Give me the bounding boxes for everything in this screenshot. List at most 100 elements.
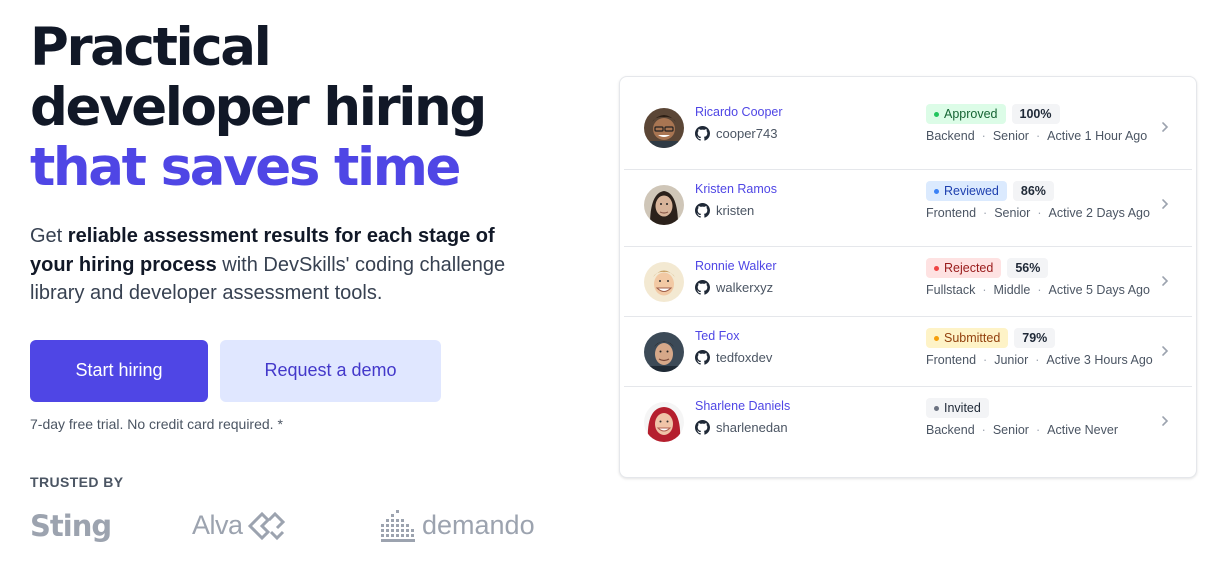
lede-prefix: Get [30,225,68,247]
status-label: Invited [944,401,981,415]
meta-separator: · [1037,283,1042,297]
chevron-right-icon[interactable] [1160,274,1170,288]
candidate-name[interactable]: Kristen Ramos [695,182,777,196]
hero-description: Get reliable assessment results for each… [30,222,530,308]
github-handle: walkerxyz [695,280,773,295]
meta-separator: · [1037,206,1042,220]
status-badge: Approved [926,104,1006,124]
meta-separator: · [983,206,988,220]
avatar [644,332,684,372]
meta-separator: · [981,129,986,143]
score-badge: 86% [1012,181,1054,201]
demando-logo-text: demando [422,510,535,540]
candidate-meta: Fullstack · Middle · Active 5 Days Ago [926,283,1150,297]
candidate-level: Senior [992,423,1029,437]
candidate-list-card: Ricardo Cooper cooper743 Approved 100% B… [619,76,1197,478]
alva-mark-icon [247,511,285,540]
status-label: Rejected [944,261,994,275]
trusted-by-title: TRUSTED BY [30,473,124,490]
candidate-list: Ricardo Cooper cooper743 Approved 100% B… [620,77,1196,464]
candidate-name[interactable]: Ricardo Cooper [695,105,783,119]
candidate-activity: Active Never [1047,423,1118,437]
meta-separator: · [1035,129,1041,143]
status-label: Submitted [944,331,1001,345]
github-handle: kristen [695,203,754,218]
candidate-level: Senior [994,206,1031,220]
meta-separator: · [982,283,987,297]
chevron-right-icon[interactable] [1160,197,1170,211]
alva-logo: Alva [192,504,285,548]
status-dot-icon [934,405,939,411]
avatar [644,185,684,225]
status-dot-icon [934,111,939,117]
candidate-name[interactable]: Sharlene Daniels [695,399,790,413]
github-username: tedfoxdev [716,350,773,365]
chevron-right-icon[interactable] [1160,120,1170,134]
candidate-role: Frontend [926,206,977,220]
github-handle: tedfoxdev [695,350,772,365]
candidate-role: Fullstack [926,283,976,297]
status-line: Reviewed 86% [926,181,1054,201]
candidate-activity: Active 5 Days Ago [1048,283,1150,297]
github-icon [695,420,710,435]
meta-separator: · [1035,353,1040,367]
sting-logo-text: Sting [30,508,112,543]
github-username: kristen [716,203,755,218]
sting-logo: Sting [30,504,112,548]
github-handle: cooper743 [695,126,777,141]
status-badge: Rejected [926,258,1002,278]
candidate-activity: Active 2 Days Ago [1048,206,1150,220]
chevron-right-icon[interactable] [1160,344,1170,358]
status-dot-icon [934,188,939,194]
status-badge: Submitted [926,328,1009,348]
candidate-activity: Active 1 Hour Ago [1047,129,1148,143]
candidate-row[interactable]: Kristen Ramos kristen Reviewed 86% Front… [624,170,1192,247]
candidate-level: Senior [992,129,1029,143]
candidate-row[interactable]: Ricardo Cooper cooper743 Approved 100% B… [624,93,1192,170]
start-hiring-button[interactable]: Start hiring [30,339,208,402]
candidate-activity: Active 3 Hours Ago [1046,353,1153,367]
github-icon [695,203,710,218]
github-username: sharlenedan [716,420,788,435]
hero-headline: Practical developer hiring that saves ti… [30,18,590,198]
meta-separator: · [983,353,988,367]
headline-accent: that saves time [30,137,462,198]
status-label: Approved [944,107,998,121]
trial-note: 7-day free trial. No credit card require… [30,415,283,432]
github-icon [695,280,710,295]
avatar [644,402,684,442]
candidate-meta: Backend · Senior · Active 1 Hour Ago [926,129,1147,143]
status-line: Rejected 56% [926,258,1049,278]
avatar [644,262,684,302]
demando-mark-icon [381,509,415,542]
trusted-logos: Sting Alva demando [30,504,590,552]
candidate-role: Frontend [926,353,977,367]
meta-separator: · [981,423,986,437]
github-icon [695,350,710,365]
status-dot-icon [934,265,939,271]
github-username: walkerxyz [716,280,774,295]
candidate-row[interactable]: Ted Fox tedfoxdev Submitted 79% Frontend… [624,317,1192,387]
status-line: Submitted 79% [926,328,1056,348]
demando-logo: demando [380,504,535,548]
status-line: Approved 100% [926,104,1060,124]
candidate-level: Junior [994,353,1029,367]
candidate-name[interactable]: Ted Fox [695,329,739,343]
status-badge: Reviewed [926,181,1007,201]
candidate-row[interactable]: Ronnie Walker walkerxyz Rejected 56% Ful… [624,247,1192,317]
candidate-level: Middle [993,283,1031,297]
chevron-right-icon[interactable] [1160,414,1170,428]
headline-line-1: Practical [30,17,272,78]
candidate-meta: Frontend · Senior · Active 2 Days Ago [926,206,1150,220]
candidate-row[interactable]: Sharlene Daniels sharlenedan Invited Bac… [624,387,1192,464]
github-handle: sharlenedan [695,420,788,435]
candidate-role: Backend [926,423,975,437]
candidate-meta: Frontend · Junior · Active 3 Hours Ago [926,353,1153,367]
request-demo-button[interactable]: Request a demo [220,339,441,402]
status-label: Reviewed [944,184,999,198]
score-badge: 100% [1011,104,1060,124]
meta-separator: · [1035,423,1041,437]
score-badge: 79% [1014,328,1056,348]
candidate-name[interactable]: Ronnie Walker [695,259,777,273]
avatar [644,108,684,148]
